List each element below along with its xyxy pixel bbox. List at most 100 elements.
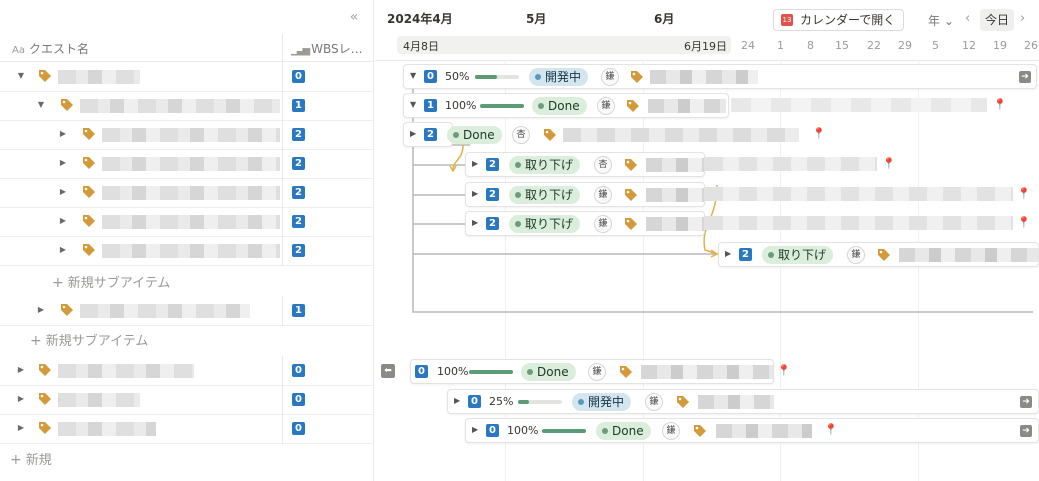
expand-toggle-icon[interactable]: ▶: [58, 187, 68, 197]
wbs-level-badge: 2: [292, 244, 305, 257]
new-sub-item-button[interactable]: + 新規サブアイテム: [52, 268, 170, 298]
plus-icon: +: [30, 333, 42, 349]
expand-toggle-icon[interactable]: ▶: [410, 129, 416, 138]
new-sub-item-label: 新規サブアイテム: [67, 276, 171, 291]
expand-toggle-icon[interactable]: ▶: [58, 158, 68, 168]
tag-icon: [625, 159, 637, 171]
redacted-title: [731, 98, 987, 112]
new-sub-item-button[interactable]: + 新規サブアイテム: [30, 326, 148, 356]
expand-toggle-icon[interactable]: ▼: [36, 100, 46, 110]
expand-toggle-icon[interactable]: ▶: [454, 396, 460, 405]
plus-icon: +: [52, 275, 64, 291]
column-header-name[interactable]: Aa クエスト名: [12, 40, 89, 57]
column-header-wbs[interactable]: ▁▃▅ WBSレ…: [282, 34, 374, 62]
avatar: 鎌: [601, 68, 619, 86]
redacted-title: [650, 70, 758, 84]
table-row[interactable]: ▶ 1: [0, 296, 374, 326]
expand-toggle-icon[interactable]: ▶: [58, 216, 68, 226]
redacted-title: [58, 70, 140, 84]
tag-icon: [39, 393, 51, 405]
redacted-title: [102, 128, 280, 142]
progress-bar: [518, 400, 562, 404]
tag-icon: [61, 99, 73, 111]
tag-icon: [83, 186, 95, 198]
progress-percent: 100%: [507, 424, 539, 437]
scroll-to-end-arrow-icon[interactable]: ➜: [1020, 425, 1032, 437]
table-row[interactable]: ▶ 2: [0, 149, 374, 179]
text-property-icon: Aa: [12, 45, 25, 56]
expand-toggle-icon[interactable]: ▶: [472, 159, 478, 168]
expand-toggle-icon[interactable]: ▶: [16, 394, 26, 404]
table-row[interactable]: ▶ 0: [0, 414, 374, 444]
expand-toggle-icon[interactable]: ▶: [16, 423, 26, 433]
scroll-to-end-arrow-icon[interactable]: ➜: [1020, 396, 1032, 408]
redacted-title: [698, 395, 774, 409]
wbs-level-badge: 2: [292, 186, 305, 199]
redacted-title: [648, 99, 726, 113]
redacted-title: [716, 424, 812, 438]
redacted-title: [646, 188, 704, 202]
wbs-level-badge: 0: [468, 395, 481, 408]
timeline-bar[interactable]: 0 100% Done 鎌: [410, 359, 774, 384]
redacted-title: [899, 248, 1038, 262]
table-row[interactable]: ▼ 1: [0, 91, 374, 121]
wbs-level-badge: 0: [292, 422, 305, 435]
expand-toggle-icon[interactable]: ▶: [16, 365, 26, 375]
expand-toggle-icon[interactable]: ▼: [410, 71, 416, 80]
expand-toggle-icon[interactable]: ▶: [58, 245, 68, 255]
timeline-bar[interactable]: ▶ 2 取り下げ 鎌: [465, 211, 705, 236]
table-row[interactable]: ▶ 2: [0, 178, 374, 208]
table-panel: « Aaクエスト名 ▁▃▅WBSレ… ▼ 0 ▼ 1 ▶ 2 ▶ 2 ▶ 2: [0, 0, 374, 481]
table-row[interactable]: ▶ 2: [0, 120, 374, 150]
timeline-bar[interactable]: ▶ 2 取り下げ 杏: [465, 152, 705, 177]
wbs-level-badge: 2: [292, 157, 305, 170]
expand-toggle-icon[interactable]: ▶: [58, 129, 68, 139]
table-row[interactable]: ▶ 0: [0, 385, 374, 415]
timeline-panel: 2024年4月 5月 6月 13 カレンダーで開く 年 ⌄ ‹ 今日 › 4月8日…: [375, 0, 1039, 481]
expand-toggle-icon[interactable]: ▶: [725, 249, 731, 258]
expand-toggle-icon[interactable]: ▶: [472, 189, 478, 198]
wbs-level-badge: 2: [292, 215, 305, 228]
tag-icon: [83, 215, 95, 227]
timeline-bar[interactable]: ▶ 0 25% 開発中 鎌 ➜: [447, 389, 1039, 414]
table-row[interactable]: ▼ 0: [0, 62, 374, 92]
timeline-bar[interactable]: ▼ 1 100% Done 鎌: [403, 93, 729, 118]
expand-toggle-icon[interactable]: ▶: [472, 218, 478, 227]
avatar: 鎌: [662, 422, 680, 440]
redacted-title: [705, 216, 1013, 230]
redacted-title: [80, 99, 280, 113]
expand-toggle-icon[interactable]: ▶: [36, 305, 46, 315]
tag-icon: [83, 244, 95, 256]
table-row[interactable]: ▶ 0: [0, 356, 374, 386]
scroll-to-end-arrow-icon[interactable]: ➜: [1019, 71, 1031, 83]
tag-icon: [625, 189, 637, 201]
wbs-level-badge: 1: [292, 99, 305, 112]
table-row[interactable]: ▶ 2: [0, 236, 374, 266]
timeline-bar[interactable]: ▶ 2: [403, 122, 453, 147]
avatar: 鎌: [597, 97, 615, 115]
timeline-bar[interactable]: ▶ 0 100% Done 鎌 📍 ➜: [465, 418, 1039, 443]
expand-toggle-icon[interactable]: ▼: [410, 100, 416, 109]
avatar: 鎌: [594, 186, 612, 204]
wbs-level-badge: 2: [486, 217, 499, 230]
timeline-bar[interactable]: ▶ 2 取り下げ 鎌: [465, 182, 705, 207]
pin-icon: 📍: [882, 157, 896, 170]
column-header-name-label: クエスト名: [28, 42, 89, 56]
tag-icon: [677, 396, 689, 408]
new-item-button[interactable]: + 新規: [10, 445, 52, 475]
wbs-level-badge: 2: [292, 128, 305, 141]
redacted-title: [58, 393, 140, 407]
status-badge: 取り下げ: [762, 246, 834, 264]
tag-icon: [39, 422, 51, 434]
table-row[interactable]: ▶ 2: [0, 207, 374, 237]
expand-toggle-icon[interactable]: ▼: [16, 71, 26, 81]
collapse-table-button[interactable]: «: [345, 8, 363, 26]
progress-percent: 100%: [445, 99, 477, 112]
tag-icon: [39, 70, 51, 82]
timeline-bar[interactable]: ▼ 0 50% 開発中 鎌 ➜: [403, 64, 1037, 89]
expand-toggle-icon[interactable]: ▶: [472, 425, 478, 434]
wbs-level-badge: 0: [415, 365, 428, 378]
redacted-title: [705, 187, 1013, 201]
timeline-bar[interactable]: ▶ 2 取り下げ 鎌: [718, 242, 1039, 267]
scroll-to-start-arrow-icon[interactable]: ⬅: [381, 364, 395, 378]
